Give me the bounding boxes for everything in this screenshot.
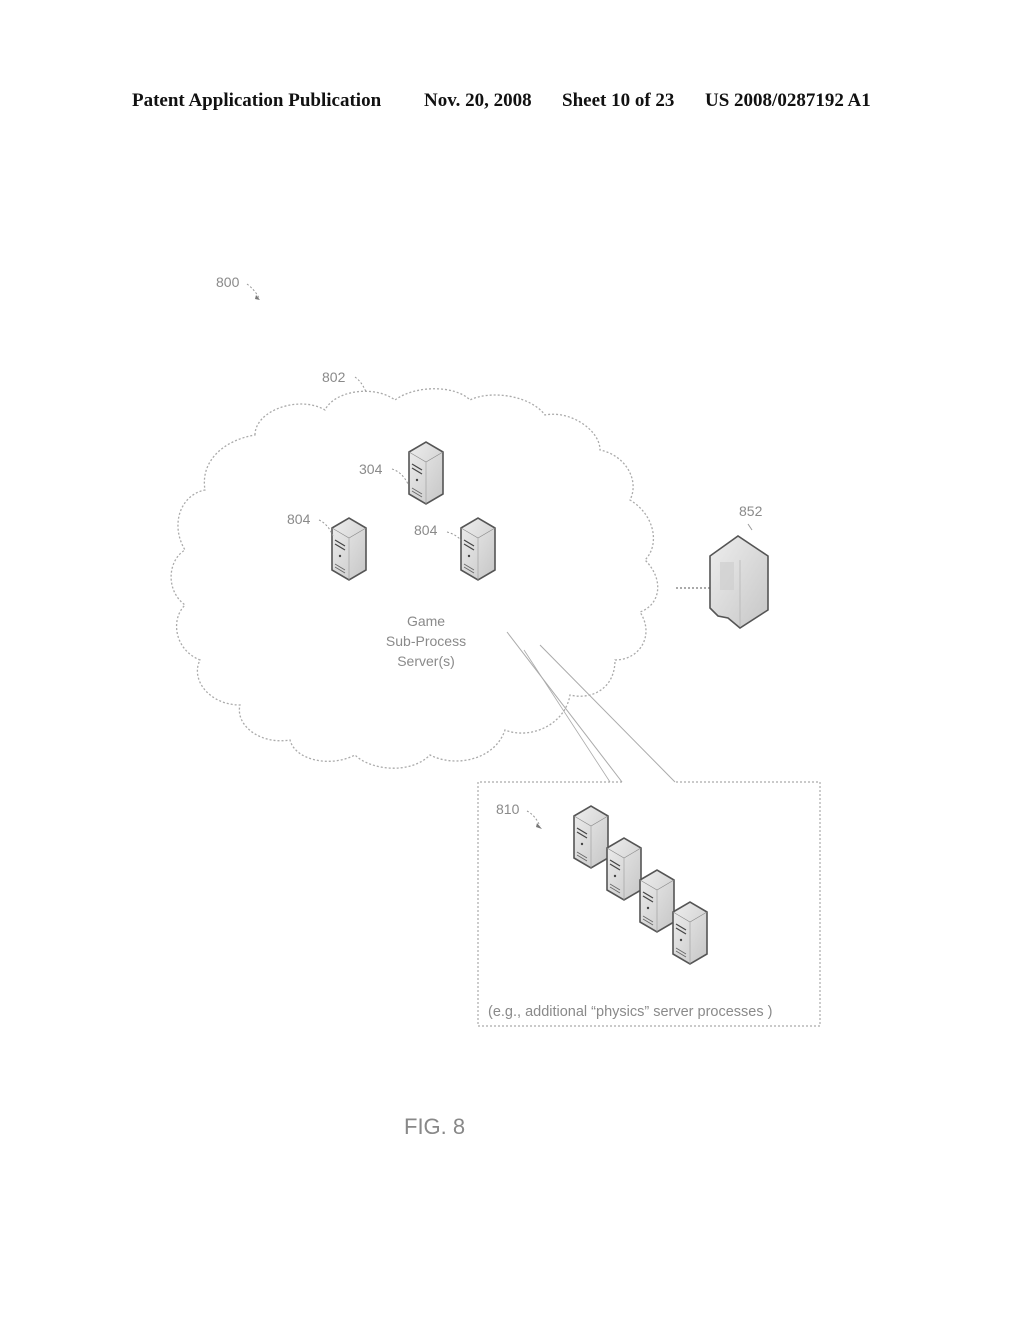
cloud-ref-label: 802 <box>322 369 346 385</box>
figure-label: FIG. 8 <box>404 1114 465 1139</box>
cloud-caption-line-3: Server(s) <box>397 653 455 669</box>
callout-line-right <box>539 644 676 783</box>
server-ref-label: 804 <box>287 511 311 527</box>
arrowhead-icon <box>536 823 542 829</box>
server-icon <box>460 517 496 581</box>
stacked-server-icon <box>639 869 675 933</box>
server-icon <box>408 441 444 505</box>
server-ref-label: 804 <box>414 522 438 538</box>
server-rack-icon <box>709 535 769 629</box>
leader-line <box>446 531 462 541</box>
detail-box-ref-label: 810 <box>496 801 520 817</box>
cloud-ref-leader <box>354 376 367 393</box>
figure-diagram: 800 802 304 804 804 Game Sub-Process Ser… <box>170 274 821 1139</box>
leader-line <box>747 523 753 531</box>
external-server-ref-label: 852 <box>739 503 763 519</box>
server-ref-label: 304 <box>359 461 383 477</box>
server-icon <box>331 517 367 581</box>
stacked-server-icon <box>672 901 708 965</box>
callout-line-inner <box>523 649 611 783</box>
cloud-caption-line-1: Game <box>407 613 445 629</box>
system-ref-label: 800 <box>216 274 240 290</box>
leader-line <box>526 810 541 827</box>
server-804-right: 804 <box>414 517 496 581</box>
detail-box-caption: (e.g., additional “physics” server proce… <box>488 1004 772 1020</box>
stacked-server-icon <box>606 837 642 901</box>
server-304: 304 <box>359 441 444 505</box>
stacked-server-icon <box>573 805 609 869</box>
arrowhead-icon <box>255 295 260 300</box>
leader-line <box>391 468 409 485</box>
leader-line <box>318 519 334 537</box>
server-804-left: 804 <box>287 511 367 581</box>
cloud-caption-line-2: Sub-Process <box>386 633 466 649</box>
system-ref-leader <box>246 283 260 299</box>
server-stack <box>573 805 708 965</box>
server-852: 852 <box>709 503 769 629</box>
cloud-outline <box>170 388 659 769</box>
callout-line-left <box>506 631 623 783</box>
